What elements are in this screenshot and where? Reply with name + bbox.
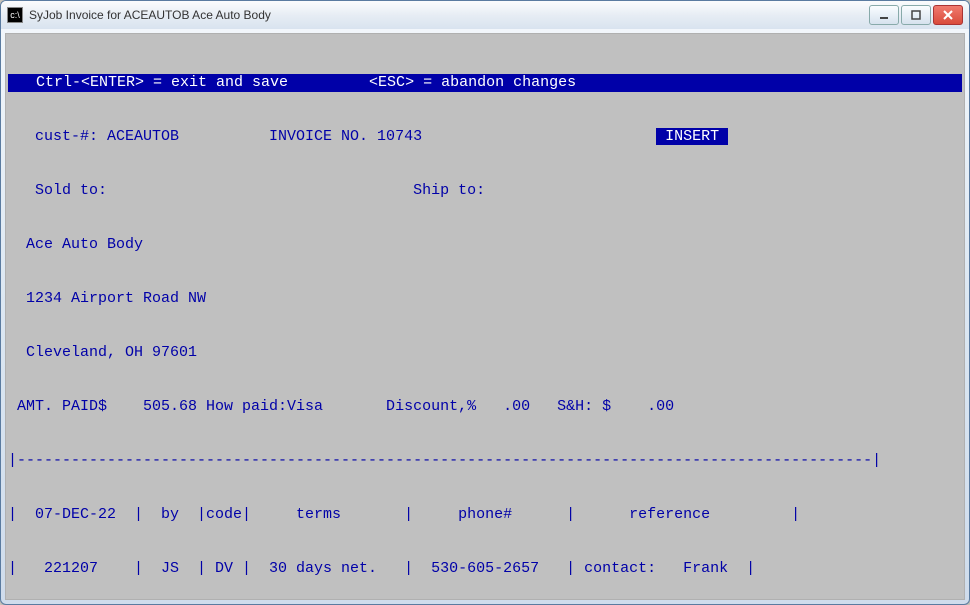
window-frame: c:\ SyJob Invoice for ACEAUTOB Ace Auto … bbox=[0, 0, 970, 605]
window-title: SyJob Invoice for ACEAUTOB Ace Auto Body bbox=[29, 8, 271, 22]
meta-header-row: | 07-DEC-22 | by |code| terms | phone# |… bbox=[8, 506, 962, 524]
addr-line-3: Cleveland, OH 97601 bbox=[8, 344, 962, 362]
maximize-button[interactable] bbox=[901, 5, 931, 25]
amount-paid-line: AMT. PAID$ 505.68 How paid:Visa Discount… bbox=[8, 398, 962, 416]
addr-line-2: 1234 Airport Road NW bbox=[8, 290, 962, 308]
addr-line-1: Ace Auto Body bbox=[8, 236, 962, 254]
sold-ship-labels: Sold to: Ship to: bbox=[8, 182, 962, 200]
meta-value-row: | 221207 | JS | DV | 30 days net. | 530-… bbox=[8, 560, 962, 578]
insert-mode-indicator: INSERT bbox=[656, 128, 728, 145]
meta-rule-top: |---------------------------------------… bbox=[8, 452, 962, 470]
invoice-header-line: cust-#: ACEAUTOB INVOICE NO. 10743 INSER… bbox=[8, 128, 962, 146]
titlebar[interactable]: c:\ SyJob Invoice for ACEAUTOB Ace Auto … bbox=[1, 1, 969, 29]
minimize-button[interactable] bbox=[869, 5, 899, 25]
hint-bar: Ctrl-<ENTER> = exit and save <ESC> = aba… bbox=[8, 74, 962, 92]
close-button[interactable] bbox=[933, 5, 963, 25]
terminal-area[interactable]: Ctrl-<ENTER> = exit and save <ESC> = aba… bbox=[5, 33, 965, 600]
app-icon: c:\ bbox=[7, 7, 23, 23]
